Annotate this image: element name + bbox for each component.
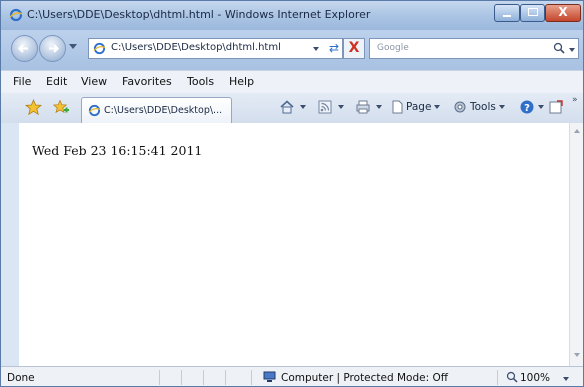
maximize-icon: [527, 8, 538, 16]
status-text: Done: [7, 372, 35, 384]
minimize-button[interactable]: [494, 4, 520, 22]
stop-button[interactable]: X: [343, 38, 365, 59]
page-ie-icon: [93, 42, 106, 55]
back-arrow-icon: [17, 44, 28, 53]
status-bar: Done Computer | Protected Mode: Off 100%: [1, 366, 583, 386]
security-zone-text[interactable]: Computer | Protected Mode: Off: [281, 372, 448, 384]
page-menu-button[interactable]: Page: [406, 101, 441, 113]
menu-bar: File Edit View Favorites Tools Help: [1, 70, 583, 94]
status-divider: [497, 370, 498, 385]
browser-window: C:\Users\DDE\Desktop\dhtml.html - Window…: [0, 0, 584, 387]
date-output-text: Wed Feb 23 16:15:41 2011: [32, 143, 203, 158]
refresh-icon[interactable]: ⇄: [329, 41, 339, 55]
vertical-scrollbar[interactable]: [569, 123, 583, 366]
menu-help[interactable]: Help: [229, 75, 254, 88]
menu-favorites[interactable]: Favorites: [122, 75, 172, 88]
address-field[interactable]: C:\Users\DDE\Desktop\dhtml.html ⇄: [88, 38, 343, 59]
window-title: C:\Users\DDE\Desktop\dhtml.html - Window…: [27, 8, 371, 21]
forward-button[interactable]: [39, 35, 66, 62]
command-bar: C:\Users\DDE\Desktop\... Page Tools ? »: [1, 93, 583, 124]
address-dropdown-icon[interactable]: [313, 47, 319, 51]
page-menu-label: Page: [406, 101, 432, 113]
tools-menu-label: Tools: [470, 101, 496, 113]
status-divider: [225, 370, 226, 385]
more-commands-chevron-icon[interactable]: »: [572, 95, 578, 105]
tools-menu-button[interactable]: Tools: [470, 101, 505, 113]
search-icon[interactable]: [553, 42, 565, 54]
tab-ie-icon: [88, 104, 101, 117]
help-dropdown-icon[interactable]: [535, 101, 544, 113]
feeds-icon[interactable]: [317, 99, 333, 115]
page-content: Wed Feb 23 16:15:41 2011: [19, 123, 569, 366]
feeds-dropdown-icon[interactable]: [335, 101, 344, 113]
status-divider: [159, 370, 160, 385]
zoom-magnifier-icon[interactable]: [506, 371, 518, 383]
zoom-dropdown-icon[interactable]: [563, 377, 569, 381]
content-left-edge: [1, 123, 19, 366]
back-button[interactable]: [11, 35, 38, 62]
tab-dhtml[interactable]: C:\Users\DDE\Desktop\...: [81, 97, 232, 124]
close-button[interactable]: X: [545, 4, 581, 22]
scroll-up-icon[interactable]: [574, 129, 580, 133]
print-dropdown-icon[interactable]: [373, 101, 382, 113]
scroll-down-icon[interactable]: [574, 353, 580, 357]
tab-label: C:\Users\DDE\Desktop\...: [104, 105, 223, 116]
ie-logo-icon: [9, 8, 23, 22]
title-bar[interactable]: C:\Users\DDE\Desktop\dhtml.html - Window…: [1, 1, 583, 30]
minimize-icon: [503, 15, 511, 17]
research-icon[interactable]: [548, 99, 564, 115]
search-options-dropdown-icon[interactable]: [569, 48, 575, 52]
status-divider: [203, 370, 204, 385]
menu-file[interactable]: File: [13, 75, 31, 88]
address-url[interactable]: C:\Users\DDE\Desktop\dhtml.html: [111, 42, 281, 53]
menu-view[interactable]: View: [81, 75, 107, 88]
maximize-button[interactable]: [520, 4, 545, 22]
zoom-level[interactable]: 100%: [520, 372, 550, 384]
status-divider: [251, 370, 252, 385]
search-placeholder[interactable]: Google: [377, 43, 409, 53]
navigation-bar: C:\Users\DDE\Desktop\dhtml.html ⇄ X Goog…: [1, 30, 583, 70]
help-icon[interactable]: ?: [519, 99, 535, 115]
add-favorites-icon[interactable]: [53, 99, 70, 116]
page-icon[interactable]: [389, 99, 405, 115]
forward-arrow-icon: [49, 44, 60, 53]
search-box[interactable]: Google: [369, 38, 579, 59]
menu-edit[interactable]: Edit: [46, 75, 67, 88]
menu-tools[interactable]: Tools: [187, 75, 214, 88]
home-icon[interactable]: [279, 99, 295, 115]
favorites-star-icon[interactable]: [25, 99, 42, 116]
recent-pages-dropdown-icon[interactable]: [69, 44, 77, 49]
svg-text:?: ?: [524, 103, 530, 114]
print-icon[interactable]: [355, 99, 371, 115]
status-divider: [181, 370, 182, 385]
computer-zone-icon: [263, 371, 276, 382]
home-dropdown-icon[interactable]: [297, 101, 306, 113]
tools-gear-icon[interactable]: [452, 99, 468, 115]
close-icon: X: [558, 5, 568, 19]
